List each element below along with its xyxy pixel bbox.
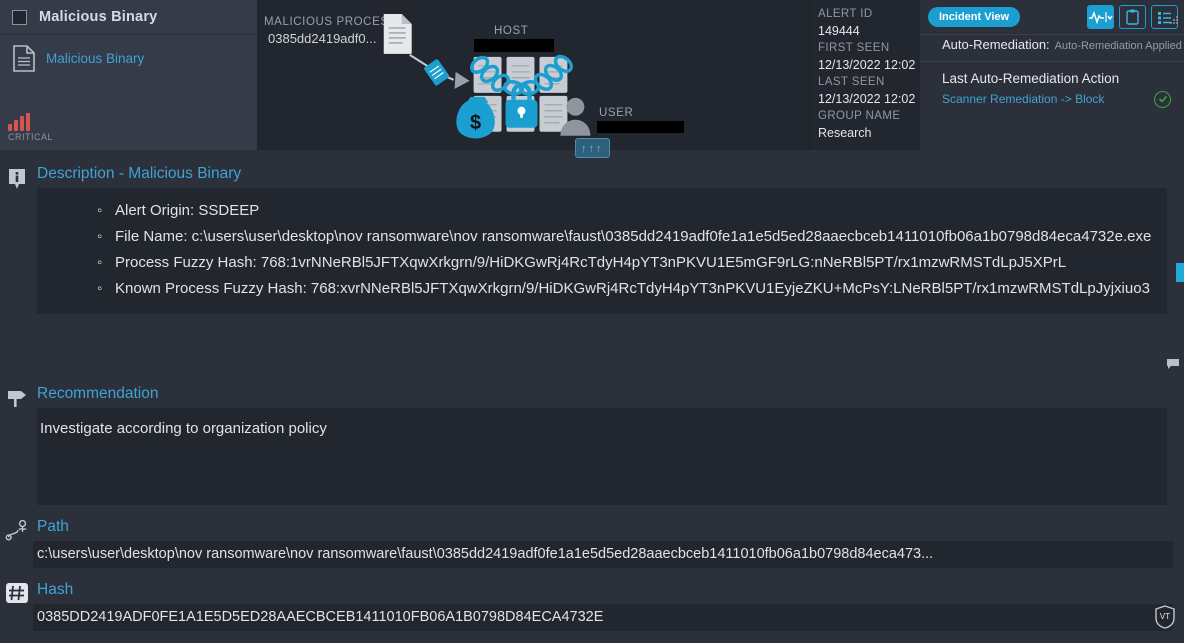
- virustotal-badge-icon[interactable]: VT: [1154, 605, 1176, 629]
- svg-text:$: $: [470, 112, 481, 134]
- path-section: Path c:\users\user\desktop\nov ransomwar…: [0, 518, 1184, 568]
- description-section: Description - Malicious Binary Alert Ori…: [0, 165, 1184, 369]
- top-summary-band: Malicious Binary Malicious Binary CRITIC…: [0, 0, 1184, 158]
- path-value[interactable]: c:\users\user\desktop\nov ransomware\nov…: [33, 541, 1173, 568]
- alert-metadata: ALERT ID 149444 FIRST SEEN 12/13/2022 12…: [810, 0, 920, 150]
- description-title: Description - Malicious Binary: [37, 165, 242, 182]
- severity-bars-icon: [8, 113, 30, 131]
- last-seen-value: 12/13/2022 12:02: [818, 92, 916, 106]
- last-action-link[interactable]: Scanner Remediation -> Block: [942, 92, 1104, 106]
- toolbar-icons: [1087, 5, 1178, 29]
- alert-title: Malicious Binary: [39, 9, 158, 25]
- expand-arrows-icon: ↑↑↑: [581, 143, 604, 155]
- process-file-icon: [383, 13, 412, 54]
- expand-arrows-button[interactable]: ↑↑↑: [575, 138, 610, 158]
- last-action-title: Last Auto-Remediation Action: [942, 71, 1120, 86]
- note-icon[interactable]: [1166, 357, 1180, 375]
- recommendation-section: Recommendation Investigate according to …: [0, 385, 1184, 505]
- first-seen-label: FIRST SEEN: [818, 42, 890, 54]
- description-item: Process Fuzzy Hash: 768:1vrNNeRBl5JFTXqw…: [37, 250, 1167, 276]
- svg-text:VT: VT: [1160, 612, 1170, 621]
- alert-card-header: Malicious Binary: [0, 0, 257, 35]
- description-item: File Name: c:\users\user\desktop\nov ran…: [37, 224, 1167, 250]
- success-check-icon: [1154, 90, 1171, 108]
- description-scrollbar-thumb[interactable]: [1176, 263, 1184, 282]
- alert-id-label: ALERT ID: [818, 8, 873, 20]
- attack-graphic-svg: $: [383, 13, 591, 139]
- alert-card[interactable]: Malicious Binary Malicious Binary CRITIC…: [0, 0, 258, 150]
- first-seen-value: 12/13/2022 12:02: [818, 58, 916, 72]
- alert-id-value: 149444: [818, 24, 860, 38]
- alert-link-row[interactable]: Malicious Binary: [0, 35, 257, 72]
- recommendation-title: Recommendation: [37, 385, 159, 402]
- description-item: Alert Origin: SSDEEP: [37, 198, 1167, 224]
- hash-title: Hash: [37, 581, 74, 598]
- remediation-panel: Incident View Auto-Remediation: Auto-Rem…: [920, 0, 1184, 150]
- alert-name-link[interactable]: Malicious Binary: [46, 51, 144, 66]
- auto-remediation-status: Auto-Remediation Applied: [1054, 40, 1182, 52]
- last-seen-label: LAST SEEN: [818, 76, 885, 88]
- auto-remediation-label: Auto-Remediation:: [942, 37, 1050, 52]
- description-list: Alert Origin: SSDEEP File Name: c:\users…: [37, 198, 1167, 302]
- path-node-icon: [5, 518, 29, 542]
- clipboard-button[interactable]: [1119, 5, 1146, 29]
- description-item: Known Process Fuzzy Hash: 768:xvrNNeRBl5…: [37, 276, 1167, 302]
- hash-icon: [5, 581, 29, 605]
- alert-select-checkbox[interactable]: [12, 9, 27, 25]
- description-box: Alert Origin: SSDEEP File Name: c:\users…: [37, 188, 1184, 314]
- group-name-value: Research: [818, 126, 872, 140]
- document-icon: [13, 45, 35, 72]
- recommendation-text: Investigate according to organization po…: [37, 408, 1167, 505]
- auto-remediation-row: Auto-Remediation: Auto-Remediation Appli…: [920, 35, 1184, 62]
- group-name-label: GROUP NAME: [818, 110, 901, 122]
- last-action-row: Scanner Remediation -> Block: [920, 86, 1184, 108]
- resize-handle-icon[interactable]: [1169, 12, 1179, 30]
- hash-value[interactable]: 0385DD2419ADF0FE1A1E5D5ED28AAECBCEB14110…: [33, 604, 1173, 631]
- info-icon: [5, 167, 29, 191]
- panel-toolbar: Incident View: [920, 0, 1184, 35]
- hash-section: Hash 0385DD2419ADF0FE1A1E5D5ED28AAECBCEB…: [0, 581, 1184, 631]
- severity-label: CRITICAL: [8, 132, 54, 142]
- activity-pulse-button[interactable]: [1087, 5, 1114, 29]
- incident-view-button[interactable]: Incident View: [928, 7, 1021, 27]
- alert-details-page: Malicious Binary Malicious Binary CRITIC…: [0, 0, 1184, 643]
- path-title: Path: [37, 518, 69, 535]
- severity-indicator: CRITICAL: [8, 113, 53, 142]
- attack-visualization[interactable]: MALICIOUS PROCESS 0385dd2419adf0... HOST…: [258, 0, 810, 158]
- recommendation-signpost-icon: [5, 387, 29, 411]
